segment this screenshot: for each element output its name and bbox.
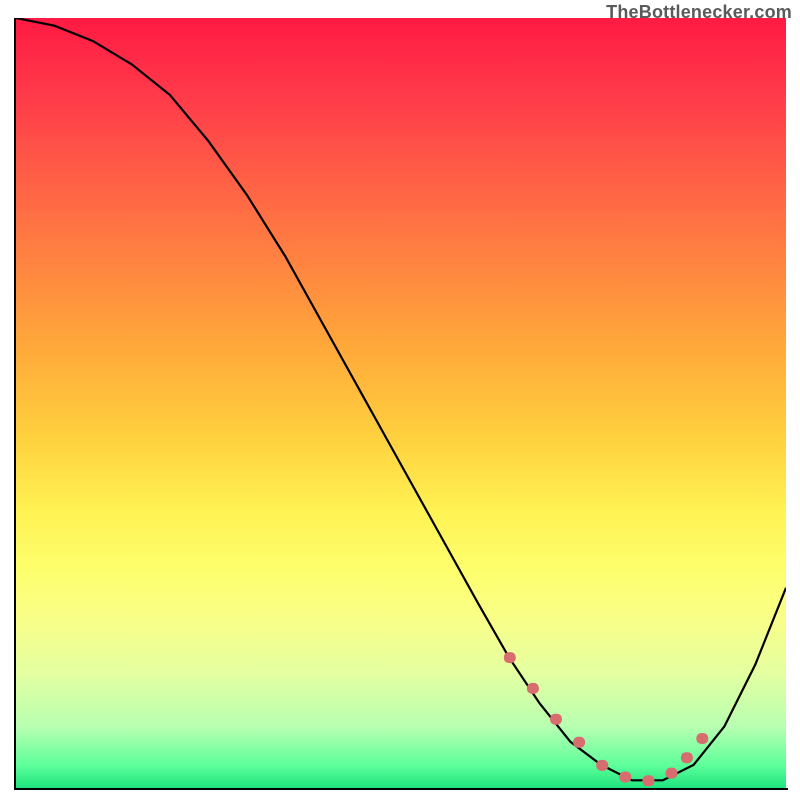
chart-container: TheBottlenecker.com <box>0 0 800 800</box>
y-axis-line <box>14 18 16 790</box>
watermark-text: TheBottlenecker.com <box>606 2 792 23</box>
x-axis-line <box>14 788 788 790</box>
plot-background-gradient <box>16 18 786 788</box>
